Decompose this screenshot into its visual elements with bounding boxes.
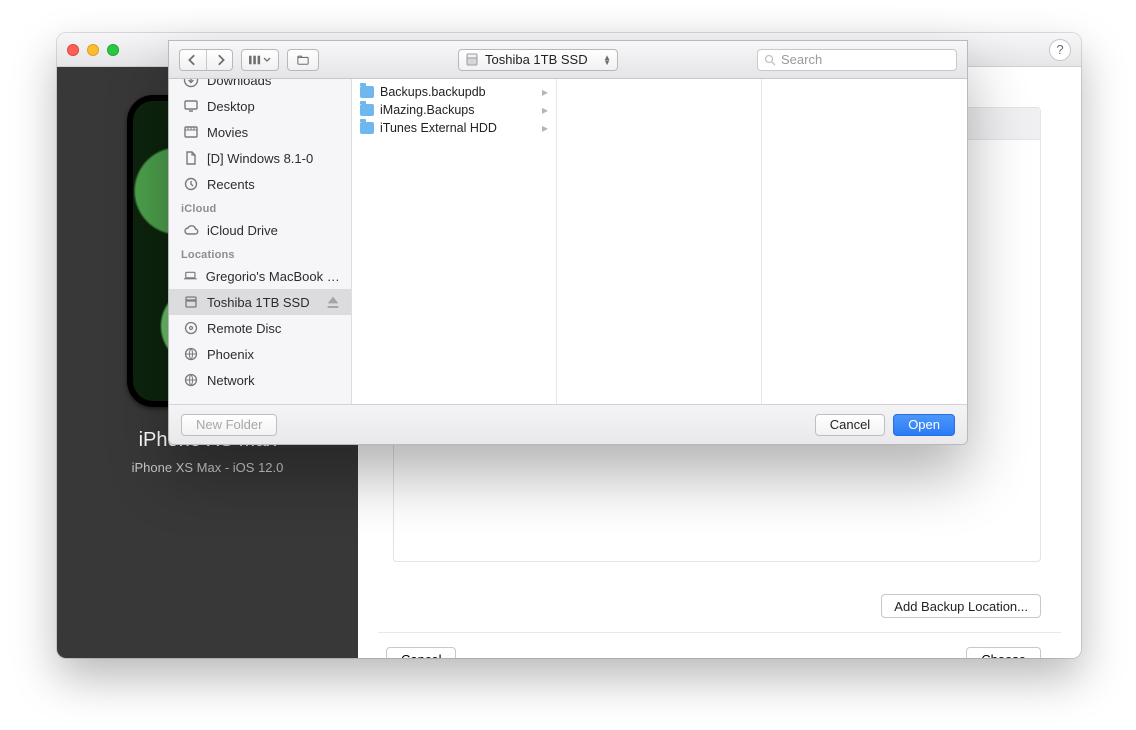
folder-label: Backups.backupdb <box>380 85 486 99</box>
sidebar-item-recents[interactable]: Recents <box>169 171 351 197</box>
chevron-right-icon: ▸ <box>542 103 548 117</box>
sheet-cancel-button[interactable]: Cancel <box>815 414 885 436</box>
cloud-icon <box>183 222 199 238</box>
sidebar-item-label: Remote Disc <box>207 321 281 336</box>
chevron-right-icon: ▸ <box>542 121 548 135</box>
open-panel-toolbar: Toshiba 1TB SSD ▲▼ Search <box>169 41 967 79</box>
sidebar-section-icloud: iCloud <box>169 197 351 217</box>
nav-back-forward <box>179 49 233 71</box>
search-placeholder: Search <box>781 52 822 67</box>
external-disk-icon <box>465 53 479 67</box>
document-icon <box>183 150 199 166</box>
sidebar-item-label: Downloads <box>207 79 271 88</box>
search-input[interactable]: Search <box>757 49 957 71</box>
group-by-button[interactable] <box>287 49 319 71</box>
folder-label: iMazing.Backups <box>380 103 475 117</box>
sheet-open-label: Open <box>908 417 940 432</box>
open-panel: Toshiba 1TB SSD ▲▼ Search Downloads Desk… <box>168 40 968 445</box>
chevron-right-icon: ▸ <box>542 85 548 99</box>
sidebar-item-label: [D] Windows 8.1-0 <box>207 151 313 166</box>
sidebar-item-icloud-drive[interactable]: iCloud Drive <box>169 217 351 243</box>
add-backup-location-label: Add Backup Location... <box>894 599 1028 614</box>
sidebar-item-downloads[interactable]: Downloads <box>169 79 351 93</box>
laptop-icon <box>183 268 198 284</box>
minimize-window-button[interactable] <box>87 44 99 56</box>
sidebar-item-label: Network <box>207 373 255 388</box>
nav-back-button[interactable] <box>180 50 206 70</box>
globe-icon <box>183 346 199 362</box>
sidebar-item-macbook[interactable]: Gregorio's MacBook Pr… <box>169 263 351 289</box>
eject-icon[interactable] <box>325 294 341 310</box>
sidebar-item-label: Recents <box>207 177 255 192</box>
close-window-button[interactable] <box>67 44 79 56</box>
cancel-button-label: Cancel <box>401 652 441 659</box>
globe-icon <box>183 372 199 388</box>
sidebar-item-label: iCloud Drive <box>207 223 278 238</box>
sheet-cancel-label: Cancel <box>830 417 870 432</box>
device-subtitle: iPhone XS Max - iOS 12.0 <box>132 460 284 475</box>
new-folder-label: New Folder <box>196 417 262 432</box>
column-2 <box>557 79 762 404</box>
chevron-updown-icon: ▲▼ <box>603 55 611 65</box>
folder-icon <box>360 122 374 134</box>
open-panel-footer: New Folder Cancel Open <box>169 404 967 444</box>
folder-icon <box>360 86 374 98</box>
new-folder-button[interactable]: New Folder <box>181 414 277 436</box>
sidebar: Downloads Desktop Movies [D] Windows 8.1… <box>169 79 352 404</box>
choose-button-label: Choose <box>981 652 1026 659</box>
movies-icon <box>183 124 199 140</box>
sidebar-item-toshiba-ssd[interactable]: Toshiba 1TB SSD <box>169 289 351 315</box>
folder-row[interactable]: iMazing.Backups ▸ <box>352 101 556 119</box>
help-button[interactable]: ? <box>1049 39 1071 61</box>
sidebar-item-movies[interactable]: Movies <box>169 119 351 145</box>
sidebar-item-label: Movies <box>207 125 248 140</box>
downloads-icon <box>183 79 199 88</box>
folder-row[interactable]: iTunes External HDD ▸ <box>352 119 556 137</box>
sidebar-item-desktop[interactable]: Desktop <box>169 93 351 119</box>
divider <box>378 632 1061 633</box>
chevron-down-icon <box>263 57 271 63</box>
column-browser: Backups.backupdb ▸ iMazing.Backups ▸ iTu… <box>352 79 967 404</box>
zoom-window-button[interactable] <box>107 44 119 56</box>
desktop-icon <box>183 98 199 114</box>
add-backup-location-button[interactable]: Add Backup Location... <box>881 594 1041 618</box>
nav-forward-button[interactable] <box>206 50 232 70</box>
column-1: Backups.backupdb ▸ iMazing.Backups ▸ iTu… <box>352 79 557 404</box>
sidebar-item-network[interactable]: Network <box>169 367 351 393</box>
path-popup-button[interactable]: Toshiba 1TB SSD ▲▼ <box>458 49 618 71</box>
sidebar-item-label: Toshiba 1TB SSD <box>207 295 310 310</box>
sidebar-item-windows-doc[interactable]: [D] Windows 8.1-0 <box>169 145 351 171</box>
sidebar-section-locations: Locations <box>169 243 351 263</box>
column-3 <box>762 79 967 404</box>
folder-icon <box>360 104 374 116</box>
traffic-lights <box>67 44 119 56</box>
sidebar-item-label: Phoenix <box>207 347 254 362</box>
recents-icon <box>183 176 199 192</box>
chevron-left-icon <box>187 54 199 66</box>
folder-row[interactable]: Backups.backupdb ▸ <box>352 83 556 101</box>
folder-label: iTunes External HDD <box>380 121 497 135</box>
view-mode-button[interactable] <box>241 49 279 71</box>
disc-icon <box>183 320 199 336</box>
external-disk-icon <box>183 294 199 310</box>
choose-button[interactable]: Choose <box>966 647 1041 658</box>
sidebar-item-remote-disc[interactable]: Remote Disc <box>169 315 351 341</box>
sidebar-item-label: Gregorio's MacBook Pr… <box>206 269 341 284</box>
chevron-right-icon <box>214 54 226 66</box>
sheet-open-button[interactable]: Open <box>893 414 955 436</box>
path-popup-label: Toshiba 1TB SSD <box>485 52 588 67</box>
sidebar-item-phoenix[interactable]: Phoenix <box>169 341 351 367</box>
search-icon <box>764 54 776 66</box>
help-icon-text: ? <box>1056 42 1063 57</box>
cancel-button[interactable]: Cancel <box>386 647 456 658</box>
sidebar-item-label: Desktop <box>207 99 255 114</box>
columns-icon <box>249 54 261 66</box>
folder-group-icon <box>297 54 309 66</box>
